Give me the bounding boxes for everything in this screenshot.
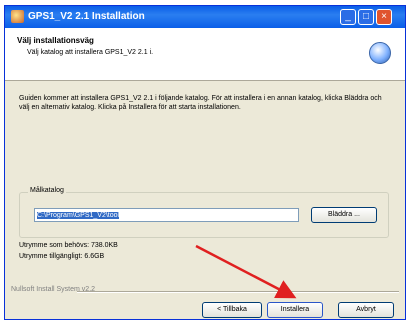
install-button[interactable]: Installera — [267, 302, 323, 318]
close-button[interactable]: × — [376, 9, 392, 25]
installer-globe-icon — [369, 42, 391, 64]
destination-path-input[interactable]: C:\Program\GPS1_V2\tool — [34, 208, 299, 222]
installer-window: GPS1_V2 2.1 Installation _ □ × Välj inst… — [4, 5, 406, 320]
space-required: Utrymme som behövs: 738.0KB — [19, 242, 118, 249]
back-button[interactable]: < Tillbaka — [202, 302, 262, 318]
title-bar[interactable]: GPS1_V2 2.1 Installation _ □ × — [5, 6, 405, 28]
header-panel: Välj installationsväg Välj katalog att i… — [5, 28, 405, 81]
header-title: Välj installationsväg — [17, 36, 94, 45]
cancel-button[interactable]: Avbryt — [338, 302, 394, 318]
install-description: Guiden kommer att installera GPS1_V2 2.1… — [19, 95, 382, 111]
maximize-button[interactable]: □ — [358, 9, 374, 25]
header-subtitle: Välj katalog att installera GPS1_V2 2.1 … — [27, 49, 154, 56]
footer-divider — [77, 291, 399, 293]
destination-group-label: Målkatalog — [28, 187, 66, 194]
space-available: Utrymme tillgängligt: 6.6GB — [19, 253, 105, 260]
destination-path-value: C:\Program\GPS1_V2\tool — [37, 212, 120, 219]
installer-app-icon — [11, 10, 24, 23]
window-title: GPS1_V2 2.1 Installation — [28, 11, 145, 22]
minimize-button[interactable]: _ — [340, 9, 356, 25]
destination-folder-group: Målkatalog C:\Program\GPS1_V2\tool Blädd… — [19, 187, 389, 238]
browse-button[interactable]: Bläddra ... — [311, 207, 377, 223]
